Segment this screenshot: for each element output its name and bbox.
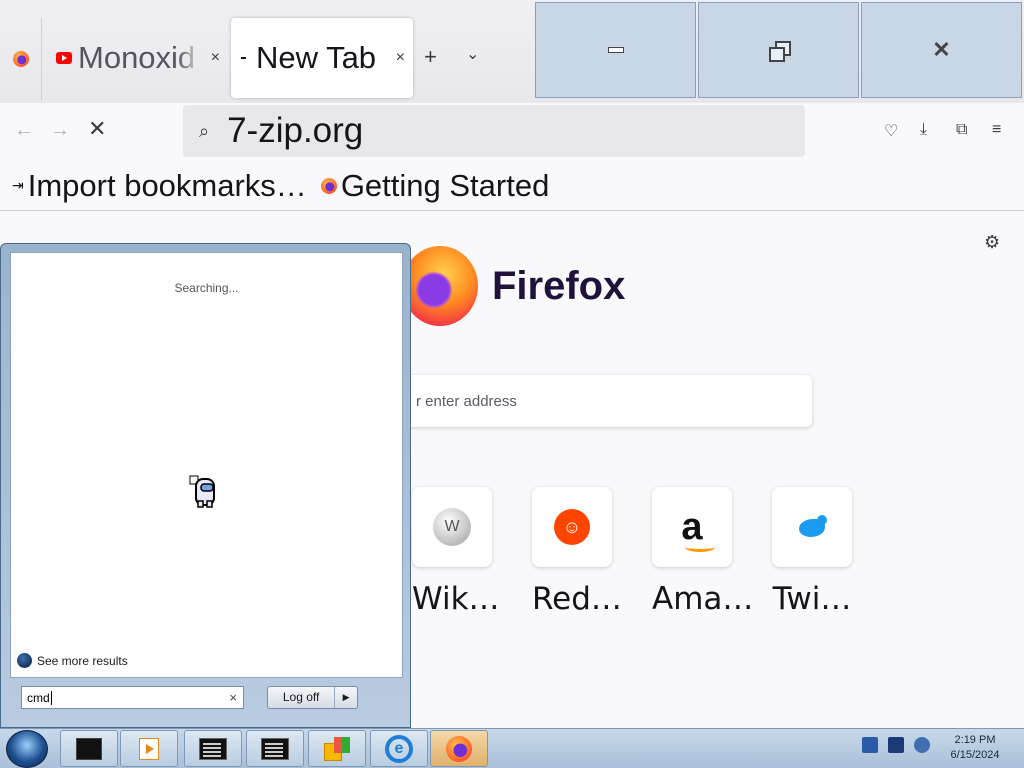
clock[interactable]: 2:19 PM 6/15/2024 [938,733,1012,763]
clock-time: 2:19 PM [954,734,996,746]
tab-title: Monoxid [78,40,196,75]
pinned-tab-firefox[interactable] [0,18,42,100]
taskbar-explorer[interactable] [308,730,366,767]
download-icon[interactable]: ⤓ [920,121,927,139]
top-site-label: Wik… [412,581,500,617]
firefox-logo-icon [402,246,478,326]
taskbar: e 2:19 PM 6/15/2024 [0,728,1024,768]
restore-button[interactable] [698,2,859,98]
url-input[interactable]: 7-zip.org [227,111,363,151]
search-status: Searching... [174,281,239,295]
globe-icon [17,653,32,668]
bookmarks-bar: ⇥ Import bookmarks… Getting Started [0,161,1024,211]
log-off-button[interactable]: Log off ▶ [267,686,358,709]
menu-icon[interactable]: ≡ [992,121,1001,139]
tab-new-tab[interactable]: New Tab × [231,18,413,98]
search-icon: ⌕ [199,120,210,141]
tab-close-button[interactable]: × [396,49,405,67]
wikipedia-icon: W [433,508,471,546]
window-icon [76,737,102,760]
top-site-label: Twi… [772,581,852,617]
internet-explorer-icon: e [385,734,413,763]
start-search-input[interactable]: cmd × [21,686,244,709]
taskbar-app-window[interactable] [60,730,118,767]
media-player-icon [139,737,159,760]
nav-bar: ← → ✕ ⌕ 7-zip.org ♡ ⤓ ⧉ ≡ [0,103,1024,161]
start-button[interactable] [6,730,48,768]
settings-gear-icon[interactable]: ⚙ [984,232,1000,253]
clear-search-button[interactable]: × [229,690,237,705]
windows-explorer-icon [324,736,350,761]
start-menu-results-panel: Searching... See more results [10,252,403,678]
import-icon: ⇥ [12,177,24,193]
busy-cursor-icon [189,475,215,508]
new-tab-button[interactable]: + [424,44,437,70]
taskbar-firefox[interactable] [430,730,488,767]
command-prompt-icon [261,737,289,760]
text-caret [50,690,52,705]
forward-button[interactable]: → [50,119,70,142]
home-search-input[interactable]: r enter address [404,375,812,427]
back-button[interactable]: ← [14,119,34,142]
bookmark-label: Import bookmarks… [27,167,307,203]
search-placeholder: r enter address [416,392,517,410]
taskbar-internet-explorer[interactable]: e [370,730,428,767]
tab-list-button[interactable]: ⌄ [466,44,479,64]
see-more-results-link[interactable]: See more results [17,653,128,668]
tab-title: New Tab [256,40,377,75]
top-site-reddit[interactable]: ☺ Red… [532,487,622,617]
tab-youtube[interactable]: Monoxid × [44,18,228,98]
close-icon: ✕ [932,37,951,62]
start-menu: Searching... See more results cmd × Log … [0,243,411,728]
stop-button[interactable]: ✕ [88,116,106,142]
extensions-icon[interactable]: ⧉ [956,121,967,139]
taskbar-cmd-1[interactable] [184,730,242,767]
youtube-icon [56,52,72,64]
taskbar-cmd-2[interactable] [246,730,304,767]
volume-icon[interactable] [914,737,930,753]
log-off-label: Log off [268,687,336,708]
top-site-amazon[interactable]: a Ama… [652,487,754,617]
network-icon[interactable] [888,737,904,753]
command-prompt-icon [199,737,227,760]
loading-icon [241,57,246,59]
minimize-icon [607,47,624,53]
bookmark-label: Getting Started [340,167,550,203]
see-more-label: See more results [37,653,128,668]
tab-close-button[interactable]: × [211,49,220,67]
pocket-icon[interactable]: ♡ [884,121,898,141]
top-site-twitter[interactable]: Twi… [772,487,852,617]
firefox-icon [320,177,337,194]
close-window-button[interactable]: ✕ [861,2,1022,98]
top-site-label: Ama… [652,581,754,617]
firefox-icon [12,51,29,67]
firefox-wordmark: Firefox [492,264,626,308]
top-site-wikipedia[interactable]: W Wik… [412,487,500,617]
system-tray [862,737,930,753]
action-center-icon[interactable] [862,737,878,753]
tab-strip: Monoxid × New Tab × + ⌄ ✕ [0,0,1024,103]
url-bar[interactable]: ⌕ 7-zip.org [183,105,805,157]
clock-date: 6/15/2024 [950,749,1000,761]
restore-icon [768,41,791,62]
bookmark-import[interactable]: ⇥ Import bookmarks… [12,168,307,204]
firefox-icon [446,735,472,762]
taskbar-media-player[interactable] [120,730,178,767]
shutdown-options-arrow-icon[interactable]: ▶ [335,692,357,703]
twitter-icon [795,513,829,541]
start-search-value: cmd [27,690,50,705]
top-site-label: Red… [532,581,622,617]
minimize-button[interactable] [535,2,696,98]
reddit-icon: ☺ [554,509,590,545]
amazon-icon: a [681,506,716,552]
bookmark-getting-started[interactable]: Getting Started [320,167,550,204]
